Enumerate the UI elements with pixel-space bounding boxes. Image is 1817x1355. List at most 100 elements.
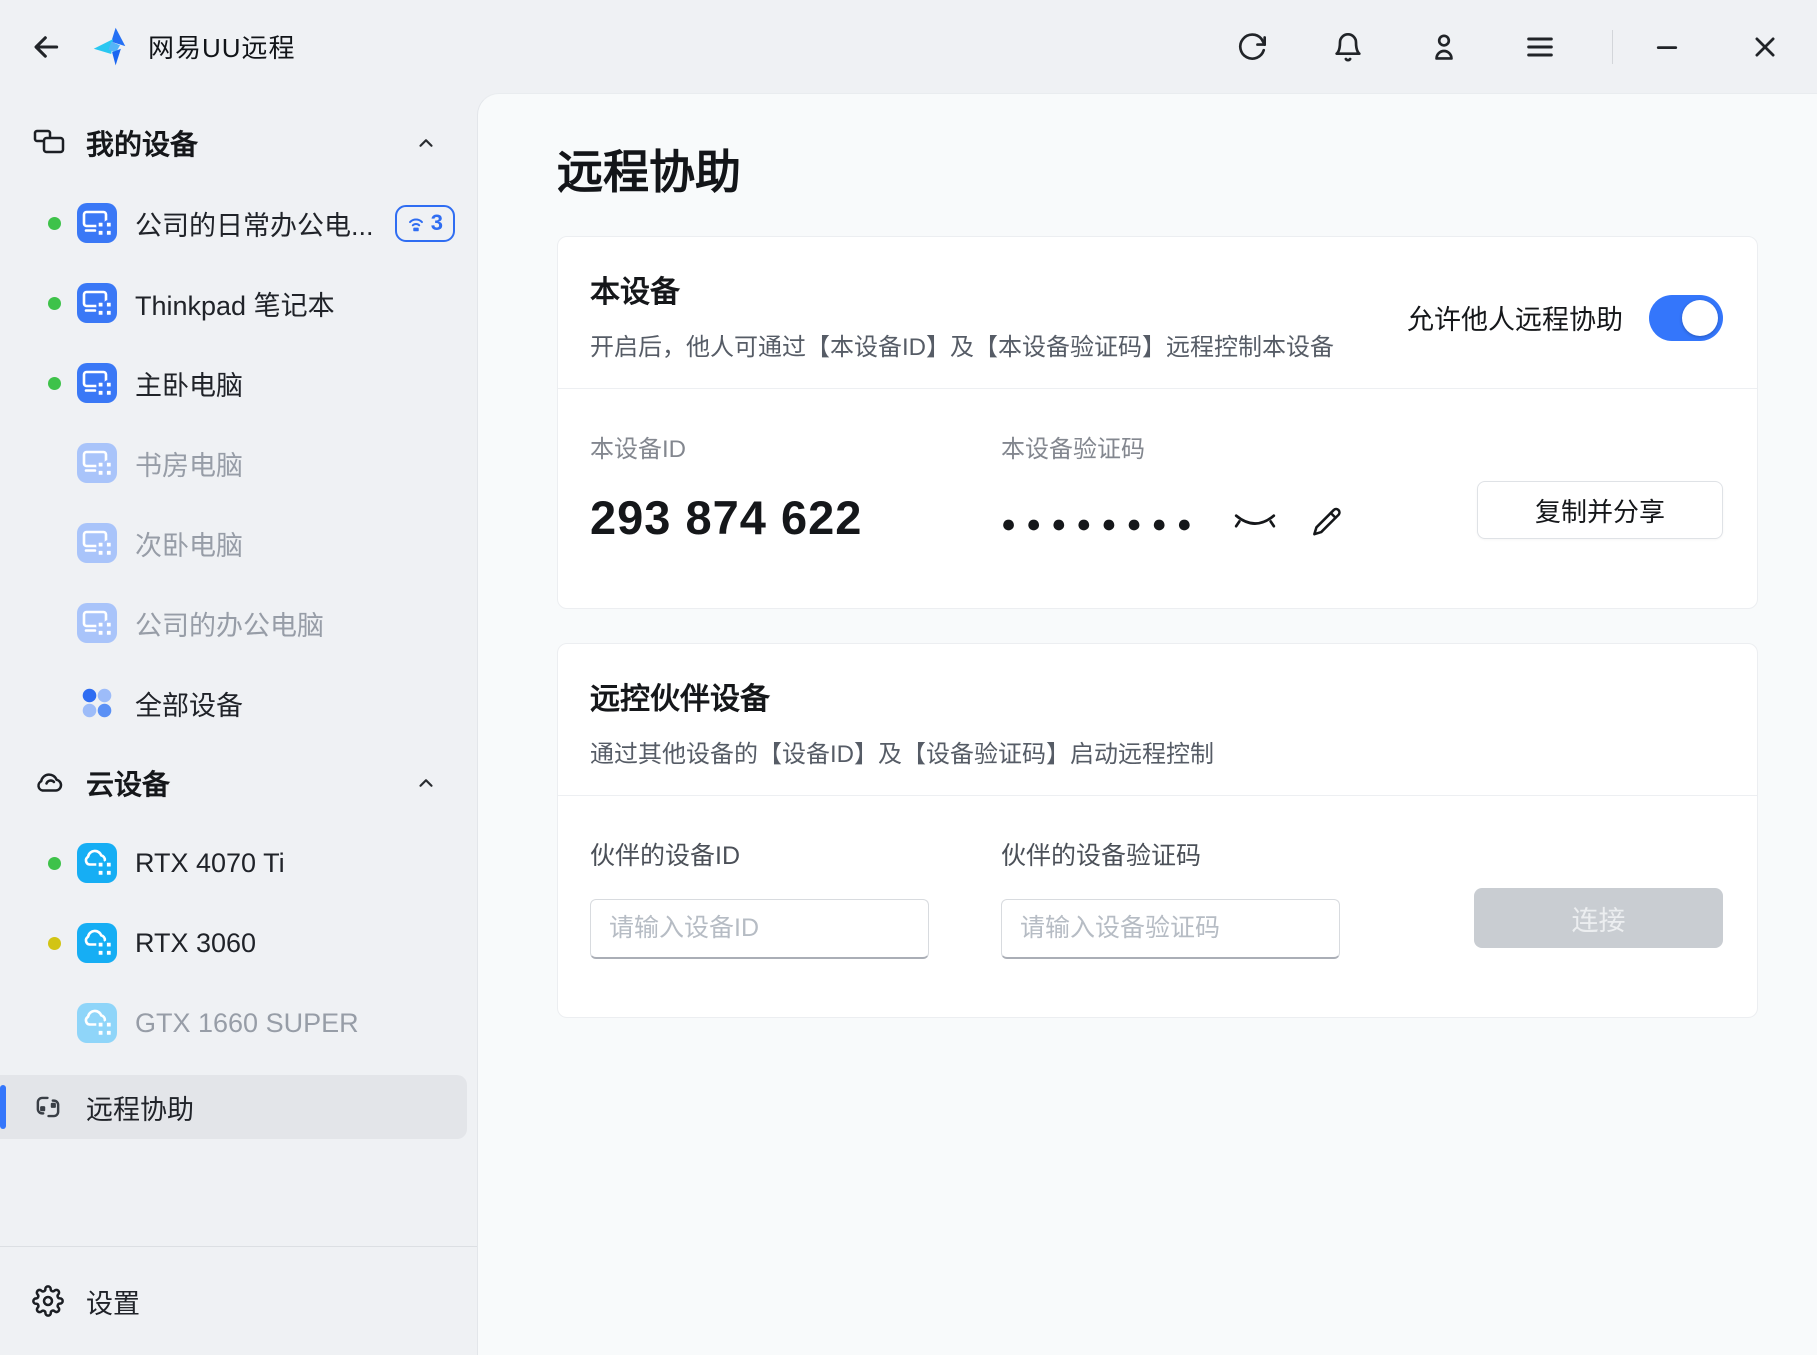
device-name: RTX 4070 Ti — [135, 848, 455, 879]
chevron-up-icon[interactable] — [415, 132, 437, 154]
eye-closed-icon — [1232, 507, 1278, 537]
all-devices-item[interactable]: 全部设备 — [0, 663, 477, 743]
main-panel: 远程协助 本设备 开启后，他人可通过【本设备ID】及【本设备验证码】远程控制本设… — [477, 93, 1817, 1355]
pc-device-icon — [77, 443, 117, 483]
device-name: 公司的办公电脑 — [135, 604, 455, 643]
cloud-icon — [32, 766, 66, 800]
card-title: 本设备 — [590, 267, 1334, 311]
partner-id-input[interactable] — [590, 899, 929, 959]
device-name: 次卧电脑 — [135, 524, 455, 563]
all-devices-icon — [77, 683, 117, 723]
allow-remote-toggle[interactable] — [1649, 295, 1723, 341]
status-dot-empty — [48, 1017, 61, 1030]
pc-device-icon — [77, 523, 117, 563]
title-bar: 网易UU远程 — [0, 0, 1817, 93]
settings-label: 设置 — [86, 1282, 140, 1321]
partner-code-label: 伙伴的设备验证码 — [1001, 836, 1473, 872]
pc-device-icon — [77, 203, 117, 243]
back-button[interactable] — [26, 27, 66, 67]
refresh-button[interactable] — [1232, 27, 1272, 67]
busy-dot — [48, 937, 61, 950]
back-icon — [29, 30, 63, 64]
pc-device-icon — [77, 363, 117, 403]
chevron-up-icon[interactable] — [415, 772, 437, 794]
this-device-card: 本设备 开启后，他人可通过【本设备ID】及【本设备验证码】远程控制本设备 允许他… — [557, 236, 1758, 609]
device-item[interactable]: 公司的办公电脑 — [0, 583, 477, 663]
device-name: GTX 1660 SUPER — [135, 1008, 455, 1039]
notifications-button[interactable] — [1328, 27, 1368, 67]
sidebar-item-label: 远程协助 — [86, 1088, 194, 1127]
minimize-icon — [1652, 32, 1682, 62]
section-label: 云设备 — [86, 763, 415, 803]
app-logo-icon — [92, 26, 134, 68]
device-item[interactable]: 次卧电脑 — [0, 503, 477, 583]
card-subtitle: 通过其他设备的【设备ID】及【设备验证码】启动远程控制 — [590, 734, 1214, 769]
remote-assist-icon — [32, 1091, 64, 1123]
menu-button[interactable] — [1520, 27, 1560, 67]
minimize-button[interactable] — [1647, 27, 1687, 67]
device-name: RTX 3060 — [135, 928, 455, 959]
device-item[interactable]: 主卧电脑 — [0, 343, 477, 423]
close-button[interactable] — [1745, 27, 1785, 67]
online-dot — [48, 297, 61, 310]
refresh-icon — [1236, 31, 1268, 63]
device-id-label: 本设备ID — [590, 429, 1001, 464]
badge-count: 3 — [431, 212, 443, 234]
partner-id-label: 伙伴的设备ID — [590, 836, 1001, 872]
device-name: 全部设备 — [135, 684, 455, 723]
sidebar-item-settings[interactable]: 设置 — [0, 1246, 477, 1355]
copy-share-button[interactable]: 复制并分享 — [1477, 481, 1723, 539]
gear-icon — [32, 1285, 64, 1317]
account-button[interactable] — [1424, 27, 1464, 67]
connect-button[interactable]: 连接 — [1474, 888, 1723, 948]
allow-remote-label: 允许他人远程协助 — [1407, 298, 1623, 337]
page-title: 远程协助 — [557, 144, 1758, 200]
section-cloud-devices[interactable]: 云设备 — [0, 755, 477, 811]
verification-code-label: 本设备验证码 — [1001, 429, 1473, 464]
menu-icon — [1524, 31, 1556, 63]
partner-device-card: 远控伙伴设备 通过其他设备的【设备ID】及【设备验证码】启动远程控制 伙伴的设备… — [557, 643, 1758, 1018]
section-my-devices[interactable]: 我的设备 — [0, 115, 477, 171]
device-name: 公司的日常办公电... — [135, 204, 395, 243]
device-item[interactable]: 公司的日常办公电... 3 — [0, 183, 477, 263]
verification-code-mask: ●●●●●●●● — [1001, 508, 1202, 537]
cloud-device-icon — [77, 843, 117, 883]
cloud-device-item[interactable]: RTX 4070 Ti — [0, 823, 477, 903]
toggle-knob — [1682, 300, 1718, 336]
cloud-device-item[interactable]: RTX 3060 — [0, 903, 477, 983]
edit-code-button[interactable] — [1308, 504, 1344, 540]
session-count-badge: 3 — [395, 205, 455, 242]
sidebar-item-remote-assist[interactable]: 远程协助 — [0, 1075, 467, 1139]
device-item[interactable]: 书房电脑 — [0, 423, 477, 503]
status-dot-empty — [48, 617, 61, 630]
cloud-device-item[interactable]: GTX 1660 SUPER — [0, 983, 477, 1063]
status-dot-empty — [48, 457, 61, 470]
header-divider — [1612, 30, 1613, 64]
card-title: 远控伙伴设备 — [590, 674, 1214, 718]
remote-session-icon — [405, 212, 427, 234]
pencil-icon — [1308, 504, 1344, 540]
sidebar: 我的设备 公司的日常办公电... 3 — [0, 93, 477, 1355]
pc-device-icon — [77, 603, 117, 643]
app-title: 网易UU远程 — [148, 28, 296, 65]
section-label: 我的设备 — [86, 123, 415, 163]
pc-device-icon — [77, 283, 117, 323]
my-devices-icon — [32, 126, 66, 160]
cloud-device-icon — [77, 923, 117, 963]
device-item[interactable]: Thinkpad 笔记本 — [0, 263, 477, 343]
selected-indicator — [0, 1085, 6, 1129]
device-name: 书房电脑 — [135, 444, 455, 483]
online-dot — [48, 377, 61, 390]
show-code-button[interactable] — [1232, 507, 1278, 537]
device-name: Thinkpad 笔记本 — [135, 284, 455, 323]
device-id-value: 293 874 622 — [590, 490, 1001, 546]
bell-icon — [1332, 31, 1364, 63]
online-dot — [48, 217, 61, 230]
online-dot — [48, 857, 61, 870]
close-icon — [1750, 32, 1780, 62]
account-icon — [1428, 31, 1460, 63]
card-subtitle: 开启后，他人可通过【本设备ID】及【本设备验证码】远程控制本设备 — [590, 327, 1334, 362]
partner-code-input[interactable] — [1001, 899, 1340, 959]
status-dot-empty — [48, 697, 61, 710]
device-name: 主卧电脑 — [135, 364, 455, 403]
